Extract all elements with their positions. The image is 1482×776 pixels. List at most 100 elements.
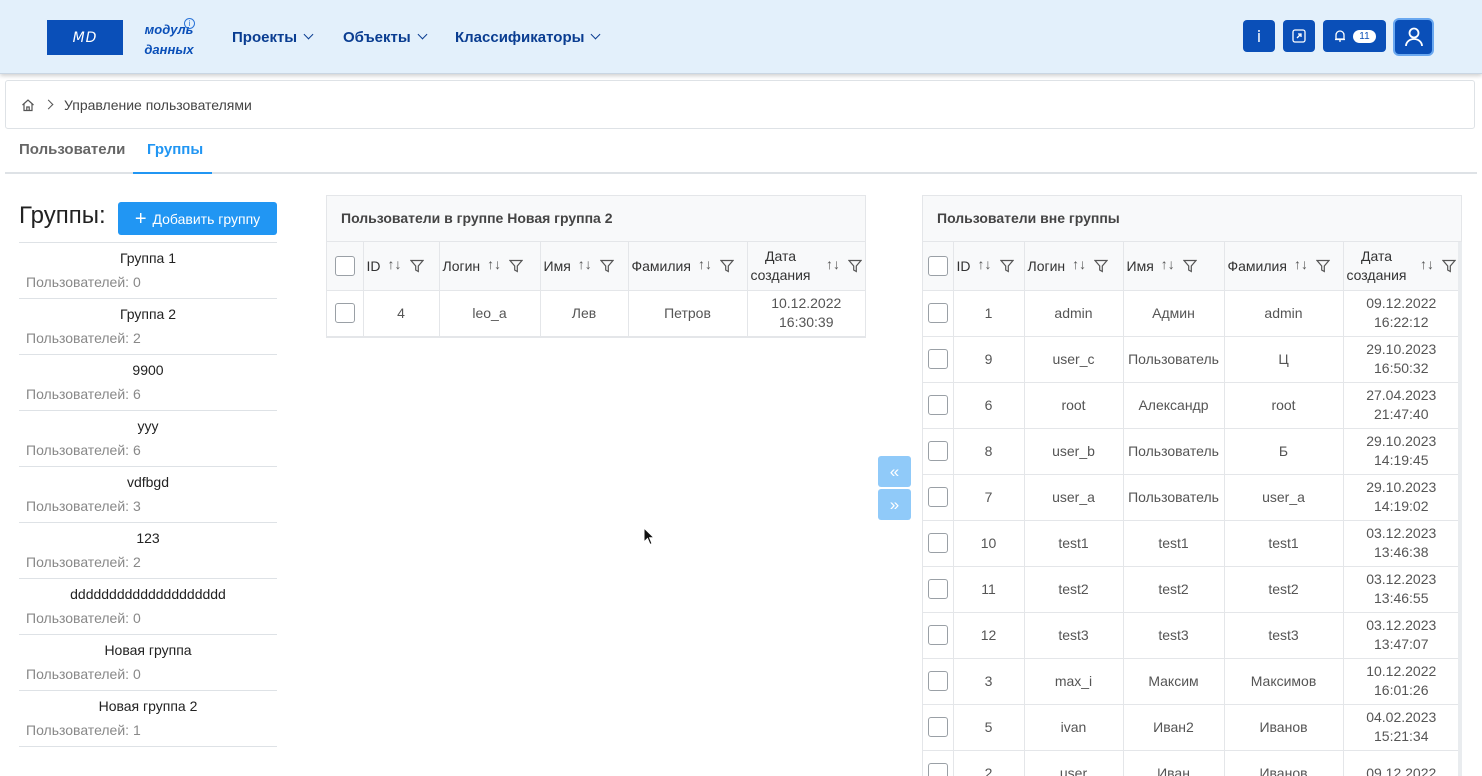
table-scrollbar[interactable] (1458, 242, 1462, 776)
group-user-count: Пользователей: 0 (26, 610, 141, 626)
tab-groups[interactable]: Группы (133, 130, 212, 174)
notifications-button[interactable]: 11 (1323, 20, 1386, 52)
row-checkbox[interactable] (927, 625, 948, 646)
breadcrumb-current: Управление пользователями (64, 96, 252, 113)
sort-icon[interactable] (578, 256, 592, 274)
group-list-item[interactable]: Новая группа 2 Пользователей: 1 (19, 691, 277, 747)
row-checkbox[interactable] (927, 349, 948, 370)
filter-icon[interactable] (1094, 259, 1109, 273)
row-select-cell (923, 658, 954, 705)
group-list-item[interactable]: Новая группа Пользователей: 0 (19, 635, 277, 691)
group-name: vdfbgd (126, 474, 170, 490)
fullscreen-button[interactable] (1283, 20, 1315, 52)
group-list-item[interactable]: dddddddddddddddddddd Пользователей: 0 (19, 579, 277, 635)
filter-icon[interactable] (1182, 259, 1197, 273)
table-row[interactable]: 10 test1 test1 test1 03.12.2023 13:46:38 (923, 520, 1459, 567)
add-group-button[interactable]: + Добавить группу (118, 202, 277, 235)
filter-icon[interactable] (1315, 259, 1330, 273)
filter-icon[interactable] (509, 259, 524, 273)
row-checkbox[interactable] (927, 395, 948, 416)
filter-icon[interactable] (1442, 259, 1456, 273)
group-list-item[interactable]: yyy Пользователей: 6 (19, 411, 277, 467)
table-row[interactable]: 6 root Александр root 27.04.2023 21:47:40 (923, 382, 1459, 429)
row-checkbox[interactable] (927, 441, 948, 462)
row-checkbox[interactable] (927, 579, 948, 600)
sort-icon[interactable] (388, 256, 402, 274)
column-header-name: Имя (540, 242, 629, 291)
row-checkbox[interactable] (334, 303, 355, 324)
filter-icon[interactable] (599, 259, 614, 273)
row-checkbox[interactable] (927, 717, 948, 738)
cell-id: 11 (953, 566, 1025, 613)
group-user-count: Пользователей: 6 (26, 386, 141, 402)
cell-login: admin (1024, 290, 1124, 337)
group-user-count: Пользователей: 3 (26, 498, 141, 514)
cell-surname: admin (1224, 290, 1344, 337)
table-row[interactable]: 1 admin Админ admin 09.12.2022 16:22:12 (923, 290, 1459, 337)
filter-icon[interactable] (409, 259, 424, 273)
group-list-item[interactable]: 123 Пользователей: 2 (19, 523, 277, 579)
sort-icon[interactable] (978, 256, 992, 274)
cell-login: test2 (1024, 566, 1124, 613)
sort-icon[interactable] (698, 256, 712, 274)
tab-users[interactable]: Пользователи (5, 130, 139, 174)
filter-icon[interactable] (999, 259, 1014, 273)
select-all-checkbox[interactable] (334, 255, 355, 276)
breadcrumb: Управление пользователями (5, 80, 1475, 129)
group-list-item[interactable]: Группа 1 Пользователей: 0 (19, 243, 277, 299)
info-button[interactable]: i (1243, 20, 1275, 52)
row-select-cell (923, 520, 954, 567)
row-checkbox[interactable] (927, 487, 948, 508)
nav-classifiers-label: Классификаторы (455, 28, 585, 46)
row-checkbox[interactable] (927, 303, 948, 324)
table-row[interactable]: 9 user_c Пользователь Ц 29.10.2023 16:50:32 (923, 336, 1459, 383)
table-row[interactable]: 7 user_a Пользователь user_a 29.10.2023 14:19… (923, 474, 1459, 521)
group-list-item[interactable]: vdfbgd Пользователей: 3 (19, 467, 277, 523)
column-header-login: Логин (439, 242, 541, 291)
home-icon[interactable] (21, 98, 35, 112)
sort-icon[interactable] (1420, 256, 1434, 274)
table-row[interactable]: 5 ivan Иван2 Иванов 04.02.2023 15:21:34 (923, 704, 1459, 751)
move-left-button[interactable]: « (878, 456, 911, 487)
sort-icon[interactable] (1161, 256, 1175, 274)
table-row[interactable]: 12 test3 test3 test3 03.12.2023 13:47:07 (923, 612, 1459, 659)
user-menu-button[interactable] (1393, 18, 1434, 56)
sort-icon[interactable] (826, 256, 840, 274)
sort-icon[interactable] (1294, 256, 1308, 274)
created-date: 29.10.2023 (1366, 433, 1437, 449)
table-row[interactable]: 2 user Иван Иванов 09.12.2022 (923, 750, 1459, 776)
select-all-header (327, 242, 364, 291)
group-list-item[interactable]: Группа 2 Пользователей: 2 (19, 299, 277, 355)
logo-info-icon[interactable]: i (184, 18, 195, 29)
table-row[interactable]: 8 user_b Пользователь Б 29.10.2023 14:19:45 (923, 428, 1459, 475)
cell-id: 9 (953, 336, 1025, 383)
logo-mark[interactable]: MD (47, 20, 123, 55)
add-group-label: Добавить группу (152, 210, 261, 227)
table-row[interactable]: 11 test2 test2 test2 03.12.2023 13:46:55 (923, 566, 1459, 613)
column-label-line-1: Дата (764, 247, 796, 264)
column-label: Имя (543, 257, 571, 274)
table-row[interactable]: 4 leo_a Лев Петров 10.12.2022 16:30:39 (327, 290, 865, 337)
cell-created: 29.10.2023 14:19:45 (1343, 428, 1459, 475)
table-row[interactable]: 3 max_i Максим Максимов 10.12.2022 16:01:26 (923, 658, 1459, 705)
cell-id: 6 (953, 382, 1025, 429)
created-time: 14:19:02 (1374, 498, 1429, 514)
move-right-button[interactable]: » (878, 489, 911, 520)
plus-icon: + (134, 207, 147, 230)
row-checkbox[interactable] (927, 533, 948, 554)
row-checkbox[interactable] (927, 763, 948, 776)
filter-icon[interactable] (848, 259, 862, 273)
cell-surname: test2 (1224, 566, 1344, 613)
nav-projects[interactable]: Проекты (232, 26, 314, 48)
select-all-checkbox[interactable] (927, 255, 948, 276)
filter-icon[interactable] (719, 259, 734, 273)
row-select-cell (923, 474, 954, 521)
row-checkbox[interactable] (927, 671, 948, 692)
created-time: 16:50:32 (1374, 360, 1429, 376)
sort-icon[interactable] (487, 256, 501, 274)
nav-objects[interactable]: Объекты (343, 26, 428, 48)
created-date: 03.12.2023 (1366, 571, 1437, 587)
sort-icon[interactable] (1072, 256, 1086, 274)
group-list-item[interactable]: 9900 Пользователей: 6 (19, 355, 277, 411)
nav-classifiers[interactable]: Классификаторы (455, 26, 601, 48)
